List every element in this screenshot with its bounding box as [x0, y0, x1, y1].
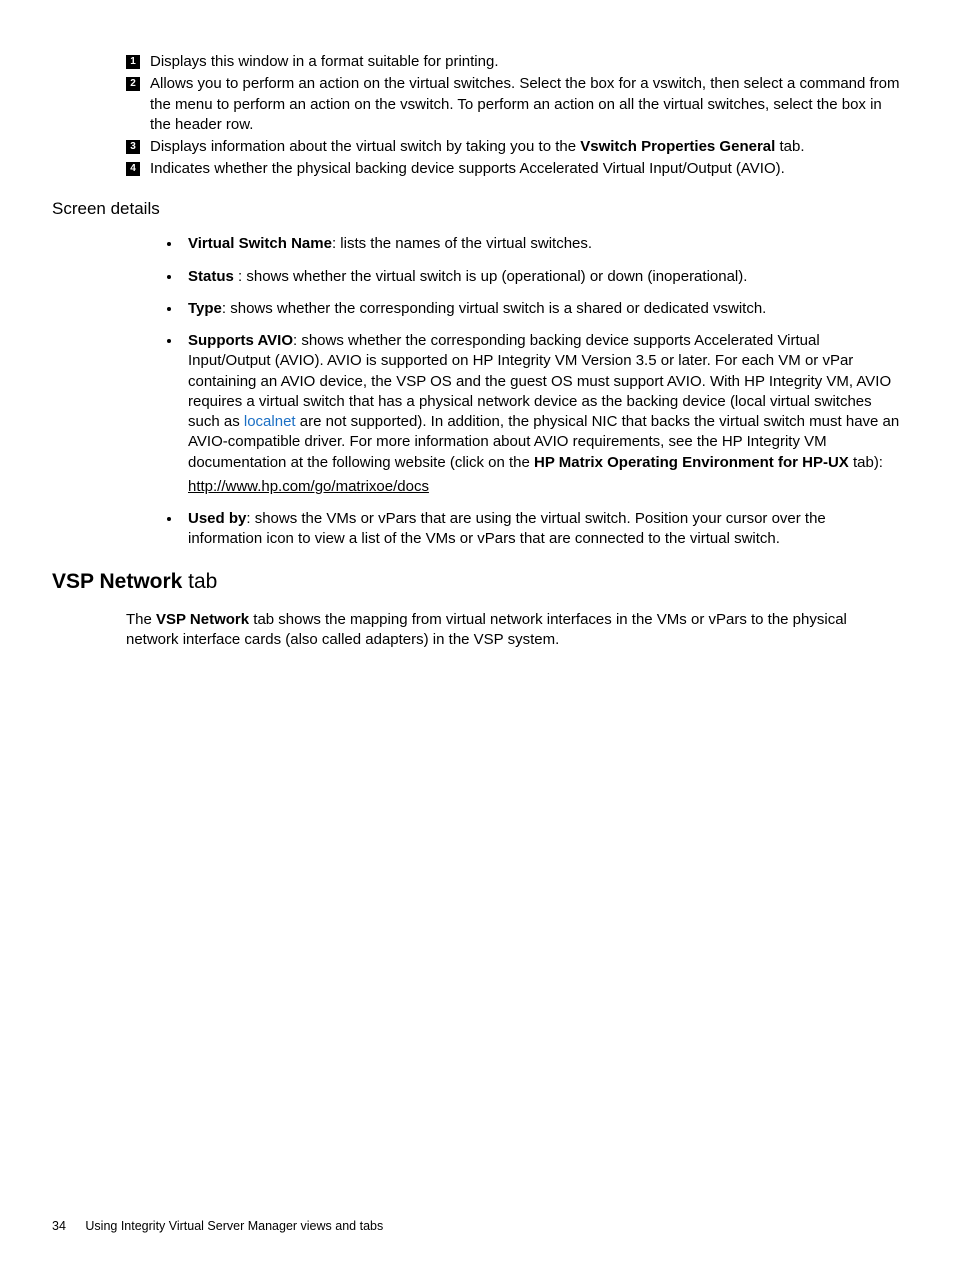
page-number: 34 [52, 1218, 66, 1235]
callout-text: Allows you to perform an action on the v… [150, 74, 902, 135]
list-item-text: Used by: shows the VMs or vPars that are… [188, 509, 902, 550]
callout-number-icon: 3 [126, 140, 140, 154]
list-item-text: Virtual Switch Name: lists the names of … [188, 234, 902, 254]
callout-item: 1 Displays this window in a format suitab… [126, 52, 902, 72]
list-item-text: Status : shows whether the virtual switc… [188, 267, 902, 287]
list-item: Used by: shows the VMs or vPars that are… [182, 509, 902, 550]
callout-number-icon: 2 [126, 77, 140, 91]
list-item-text: Supports AVIO: shows whether the corresp… [188, 331, 902, 473]
callout-item: 2 Allows you to perform an action on the … [126, 74, 902, 135]
documentation-link[interactable]: http://www.hp.com/go/matrixoe/docs [188, 477, 902, 497]
callout-number-icon: 4 [126, 162, 140, 176]
page-footer: 34 Using Integrity Virtual Server Manage… [52, 1218, 383, 1235]
list-item: Supports AVIO: shows whether the corresp… [182, 331, 902, 497]
callout-text: Displays information about the virtual s… [150, 137, 902, 157]
list-item: Virtual Switch Name: lists the names of … [182, 234, 902, 254]
screen-details-heading: Screen details [52, 198, 902, 221]
callout-number-icon: 1 [126, 55, 140, 69]
callout-text: Indicates whether the physical backing d… [150, 159, 902, 179]
numbered-callout-list: 1 Displays this window in a format suitab… [52, 52, 902, 180]
list-item-text: Type: shows whether the corresponding vi… [188, 299, 902, 319]
vsp-network-tab-heading: VSP Network tab [52, 568, 902, 596]
callout-item: 4 Indicates whether the physical backing … [126, 159, 902, 179]
list-item: Type: shows whether the corresponding vi… [182, 299, 902, 319]
screen-details-bullets: Virtual Switch Name: lists the names of … [52, 234, 902, 549]
heading-bold: VSP Network [52, 570, 182, 593]
document-page: 1 Displays this window in a format suitab… [0, 0, 954, 681]
vsp-network-paragraph: The VSP Network tab shows the mapping fr… [52, 610, 902, 651]
callout-text: Displays this window in a format suitabl… [150, 52, 902, 72]
callout-item: 3 Displays information about the virtual … [126, 137, 902, 157]
heading-rest: tab [182, 570, 217, 593]
list-item: Status : shows whether the virtual switc… [182, 267, 902, 287]
footer-chapter-title: Using Integrity Virtual Server Manager v… [85, 1219, 383, 1233]
